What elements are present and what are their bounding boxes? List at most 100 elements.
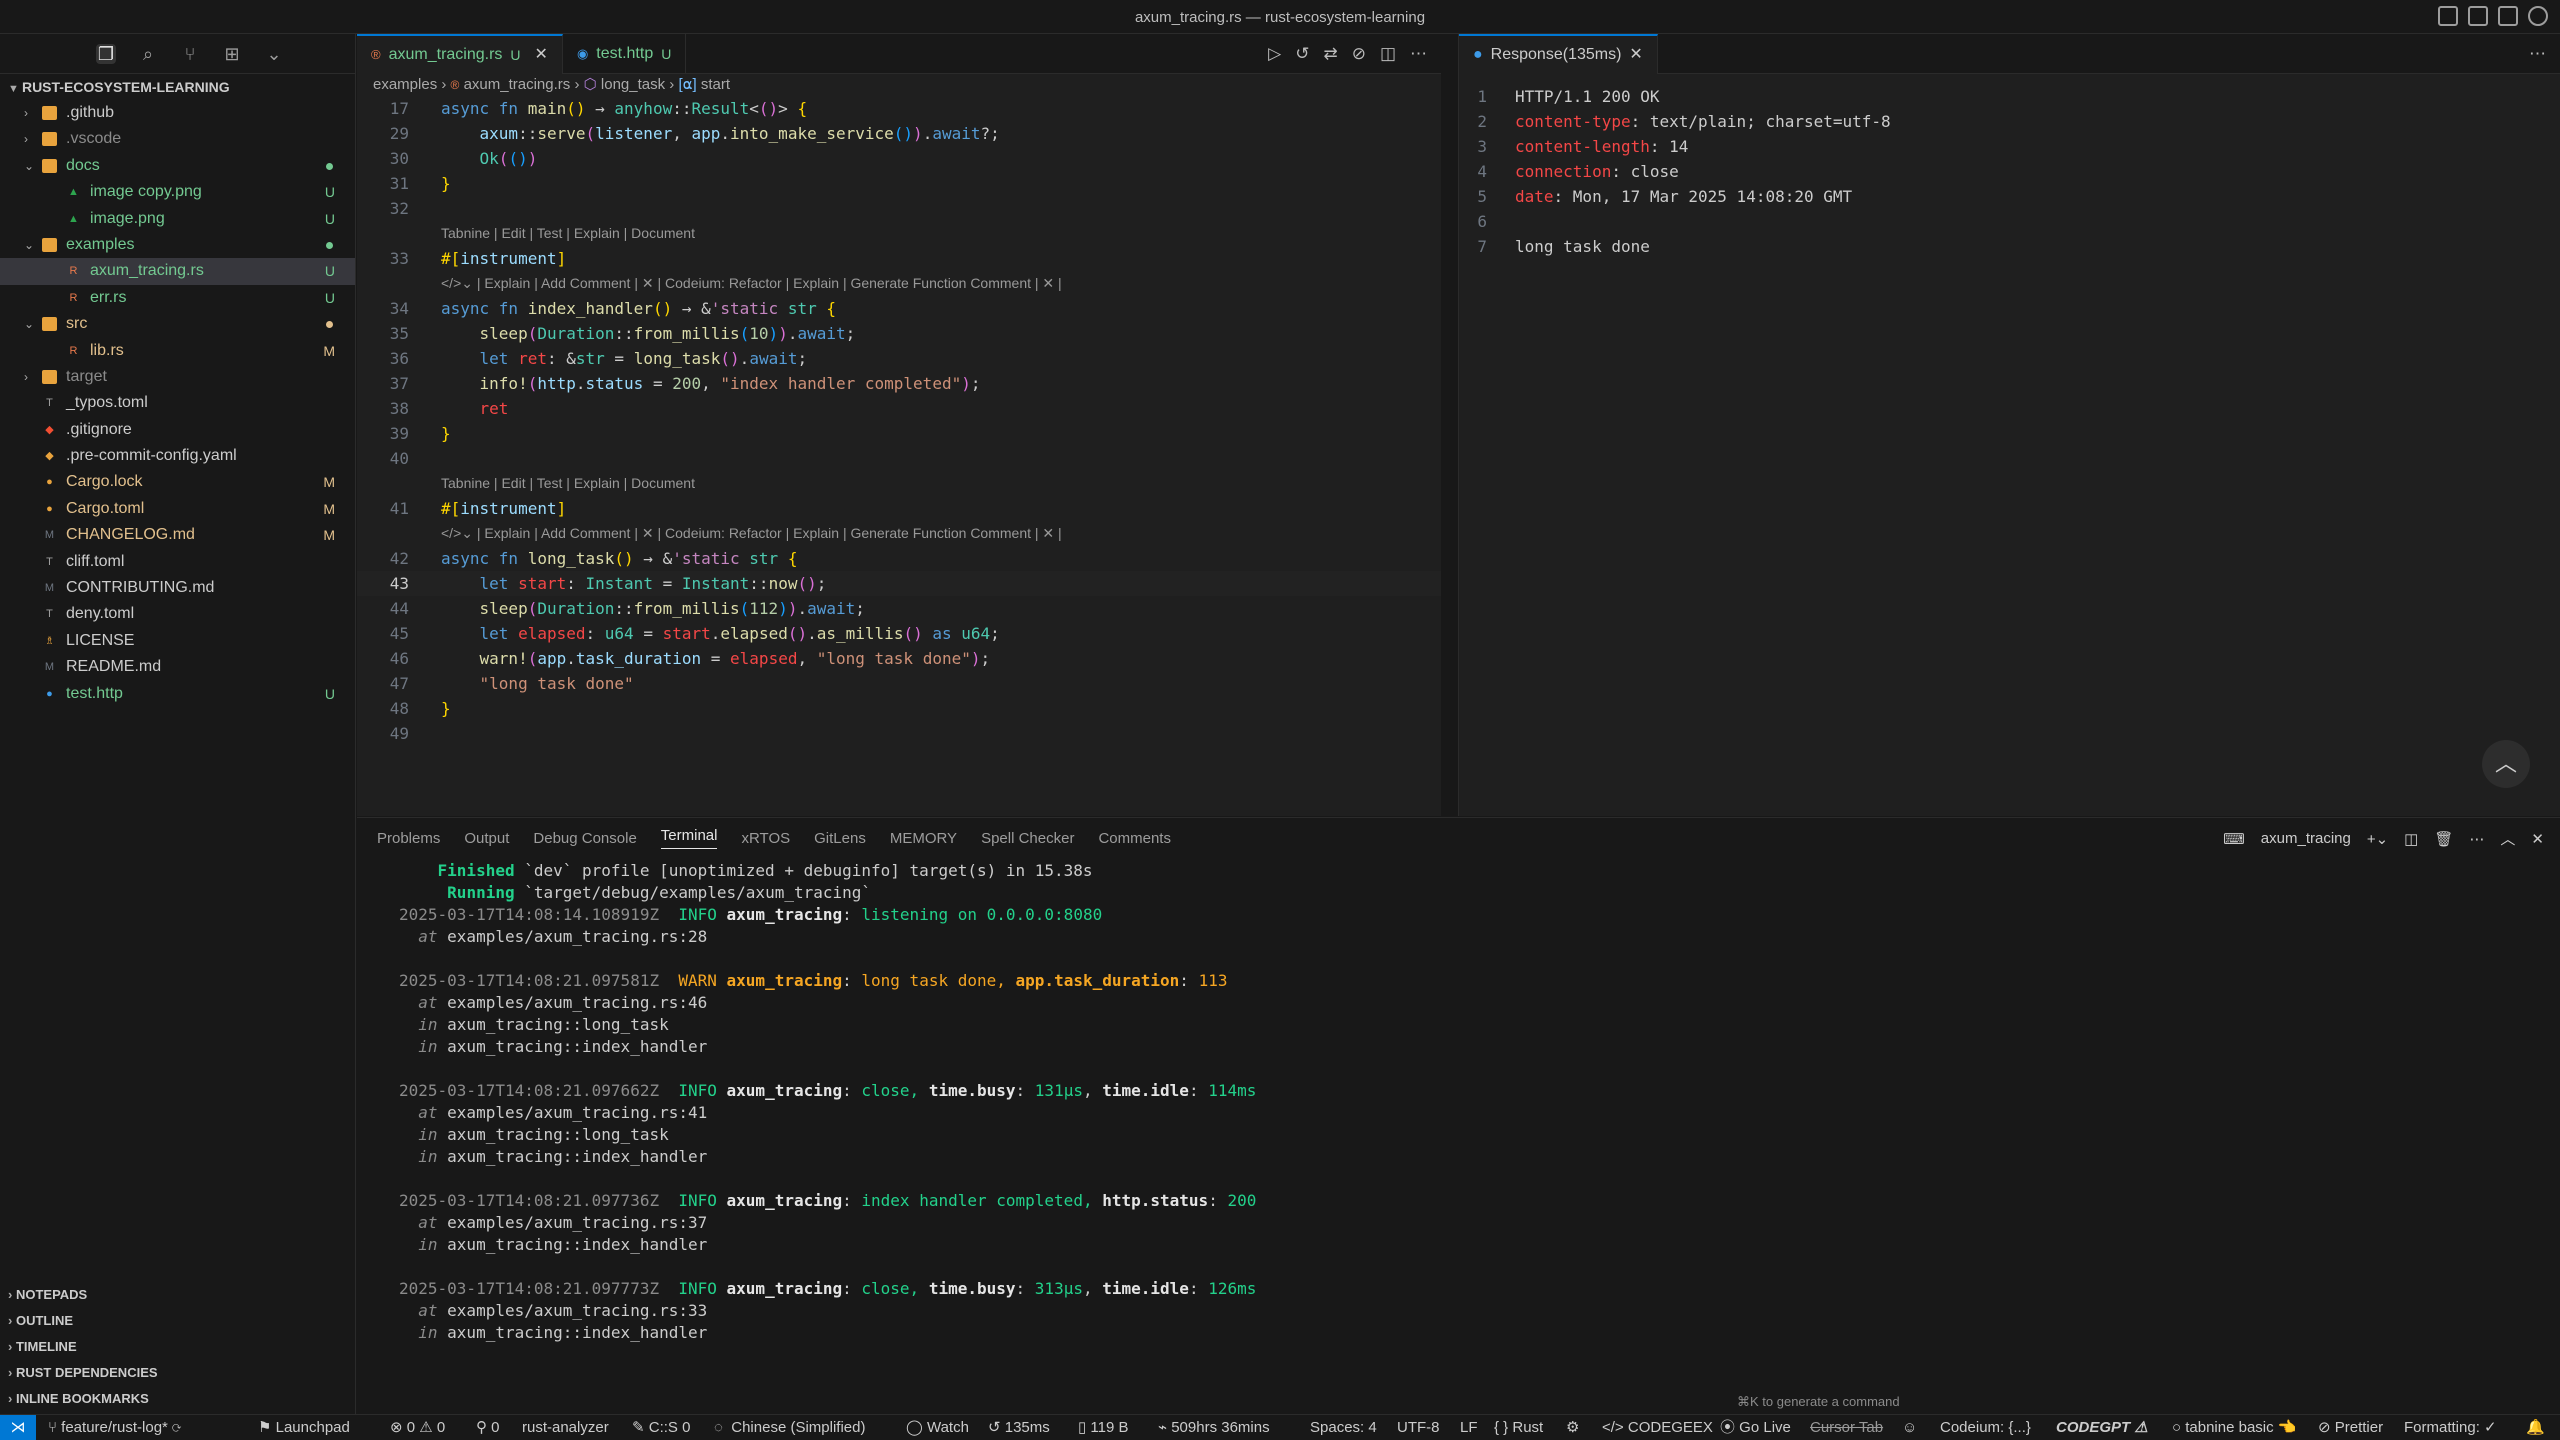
watch-item[interactable]: ◯ Watch: [906, 1415, 969, 1440]
tree-item[interactable]: M CONTRIBUTING.md: [0, 575, 355, 601]
go-live-item[interactable]: ⦿ Go Live: [1720, 1415, 1791, 1440]
tree-item[interactable]: M README.md: [0, 654, 355, 680]
tree-item[interactable]: M CHANGELOG.md M: [0, 522, 355, 548]
terminal-output[interactable]: Finished `dev` profile [unoptimized + de…: [399, 860, 1256, 1344]
source-control-icon[interactable]: ⑂: [180, 44, 200, 64]
chevron-down-icon[interactable]: ⌄: [264, 44, 284, 64]
tree-item[interactable]: Tdeny.toml: [0, 601, 355, 627]
branch-item[interactable]: ⑂ feature/rust-log* ⟳: [48, 1415, 181, 1440]
new-terminal-icon[interactable]: +⌄: [2367, 830, 2388, 848]
panel-tab[interactable]: Comments: [1098, 830, 1171, 847]
close-panel-icon[interactable]: ✕: [2531, 830, 2544, 848]
tree-item[interactable]: › .vscode: [0, 126, 355, 152]
explorer-root[interactable]: ▼ RUST-ECOSYSTEM-LEARNING: [0, 74, 355, 100]
tab-response[interactable]: ● Response(135ms) ✕: [1459, 34, 1658, 74]
tabnine-item[interactable]: ○ tabnine basic 👈: [2172, 1415, 2297, 1440]
toggle-secondary-sidebar-icon[interactable]: [2498, 6, 2518, 26]
encoding-item[interactable]: UTF-8: [1397, 1415, 1440, 1440]
codeium-codelens-2[interactable]: </>⌄ | Explain | Add Comment | ✕ | Codei…: [357, 521, 1441, 546]
maximize-panel-icon[interactable]: ︿: [2500, 828, 2515, 849]
codegpt-item[interactable]: CODEGPT ⚠: [2056, 1415, 2148, 1440]
ports-item[interactable]: ⚲ 0: [476, 1415, 500, 1440]
chevron-down-icon[interactable]: ⌄: [24, 311, 34, 337]
tree-item[interactable]: ● Cargo.toml M: [0, 496, 355, 522]
formatting-item[interactable]: Formatting: ✓: [2404, 1415, 2497, 1440]
panel-tab[interactable]: GitLens: [814, 830, 866, 847]
close-tab-icon[interactable]: ✕: [535, 35, 548, 75]
tree-item[interactable]: ⌄ docs: [0, 153, 355, 179]
prettier-item[interactable]: ⊘ Prettier: [2318, 1415, 2383, 1440]
tree-item[interactable]: Rlib.rs M: [0, 338, 355, 364]
tab-axum-tracing[interactable]: ® axum_tracing.rs U ✕: [357, 34, 563, 74]
account-icon[interactable]: ☺: [1902, 1415, 1917, 1440]
tabnine-codelens[interactable]: Tabnine | Edit | Test | Explain | Docume…: [357, 221, 1441, 246]
settings-gear-icon[interactable]: [2528, 6, 2548, 26]
tree-item[interactable]: ⌄ examples: [0, 232, 355, 258]
chevron-down-icon[interactable]: ⌄: [24, 153, 34, 179]
tree-item[interactable]: ▲ image copy.png U: [0, 179, 355, 205]
tree-item[interactable]: ● Cargo.lock M: [0, 469, 355, 495]
response-time-item[interactable]: ↺ 135ms: [988, 1415, 1050, 1440]
response-body[interactable]: 1 HTTP/1.1 200 OK 2 content-type: text/plai…: [1459, 74, 2560, 259]
compare-icon[interactable]: ⇄: [1323, 44, 1337, 64]
more-actions-icon[interactable]: ⋯: [2529, 44, 2546, 64]
wakatime-item[interactable]: ⌁ 509hrs 36mins: [1158, 1415, 1270, 1440]
more-actions-icon[interactable]: ⋯: [2469, 830, 2484, 848]
panel-tab[interactable]: Terminal: [660, 827, 718, 849]
tree-item[interactable]: Rerr.rs U: [0, 285, 355, 311]
tree-item[interactable]: Raxum_tracing.rs U: [0, 258, 355, 285]
sidebar-section[interactable]: › INLINE BOOKMARKS: [0, 1386, 356, 1412]
tree-item[interactable]: ● test.http U: [0, 681, 355, 707]
copilot-icon[interactable]: ⚙: [1566, 1415, 1579, 1440]
chevron-right-icon[interactable]: ›: [24, 126, 28, 152]
tree-item[interactable]: › target: [0, 364, 355, 390]
sidebar-section[interactable]: › NOTEPADS: [0, 1282, 356, 1308]
launchpad-item[interactable]: ⚑ Launchpad: [258, 1415, 350, 1440]
more-actions-icon[interactable]: ⋯: [1410, 44, 1427, 64]
panel-tab[interactable]: Output: [464, 830, 509, 847]
panel-tab[interactable]: Debug Console: [533, 830, 636, 847]
tree-item[interactable]: ⌄ src: [0, 311, 355, 337]
run-icon[interactable]: ▷: [1268, 44, 1281, 64]
codeium-codelens[interactable]: </>⌄ | Explain | Add Comment | ✕ | Codei…: [357, 271, 1441, 296]
chevron-down-icon[interactable]: ⌄: [24, 232, 34, 258]
tree-item[interactable]: T _typos.toml: [0, 390, 355, 416]
tree-item[interactable]: ♗ LICENSE: [0, 628, 355, 654]
chevron-right-icon[interactable]: ›: [24, 364, 28, 390]
toggle-panel-icon[interactable]: [2468, 6, 2488, 26]
split-terminal-icon[interactable]: ◫: [2404, 830, 2418, 848]
explorer-icon[interactable]: ❐: [96, 43, 116, 64]
code-view[interactable]: 17 async fn main() → anyhow::Result<()> {…: [357, 96, 1441, 746]
chevron-right-icon[interactable]: ›: [24, 100, 28, 126]
sidebar-section[interactable]: › RUST DEPENDENCIES: [0, 1360, 356, 1386]
rust-analyzer-item[interactable]: rust-analyzer: [522, 1415, 609, 1440]
indentation-item[interactable]: Spaces: 4: [1310, 1415, 1377, 1440]
tree-item[interactable]: ◆ .pre-commit-config.yaml: [0, 443, 355, 469]
sidebar-section[interactable]: › TIMELINE: [0, 1334, 356, 1360]
panel-tab[interactable]: MEMORY: [890, 830, 957, 847]
notifications-bell-icon[interactable]: 🔔: [2526, 1415, 2545, 1440]
codegeex-item[interactable]: </> CODEGEEX: [1602, 1415, 1713, 1440]
sidebar-section[interactable]: › OUTLINE: [0, 1308, 356, 1334]
cs-item[interactable]: ✎ C::S 0: [632, 1415, 690, 1440]
tree-item[interactable]: › .github: [0, 100, 355, 126]
tab-test-http[interactable]: ◉ test.http U: [563, 34, 687, 74]
response-size-item[interactable]: ▯ 119 B: [1078, 1415, 1129, 1440]
terminal-name[interactable]: axum_tracing: [2261, 830, 2351, 847]
panel-tab[interactable]: Problems: [377, 830, 440, 847]
search-icon[interactable]: ⌕: [138, 44, 158, 64]
remote-icon[interactable]: ⋊: [0, 1415, 36, 1440]
eol-item[interactable]: LF: [1460, 1415, 1478, 1440]
scroll-to-top-button[interactable]: ︿: [2482, 740, 2530, 788]
panel-tab[interactable]: xRTOS: [741, 830, 790, 847]
tree-item[interactable]: ◆ .gitignore: [0, 417, 355, 443]
extensions-icon[interactable]: ⊞: [222, 44, 242, 64]
kill-terminal-icon[interactable]: 🗑: [2434, 830, 2453, 848]
close-tab-icon[interactable]: ✕: [1629, 35, 1642, 75]
language-pack-item[interactable]: ◌ Chinese (Simplified): [714, 1415, 865, 1440]
problems-item[interactable]: ⊗ 0 ⚠ 0: [390, 1415, 445, 1440]
tree-item[interactable]: ▲ image.png U: [0, 206, 355, 232]
codeium-item[interactable]: Codeium: {...}: [1940, 1415, 2031, 1440]
history-icon[interactable]: ↺: [1295, 44, 1309, 64]
tree-item[interactable]: Tcliff.toml: [0, 549, 355, 575]
